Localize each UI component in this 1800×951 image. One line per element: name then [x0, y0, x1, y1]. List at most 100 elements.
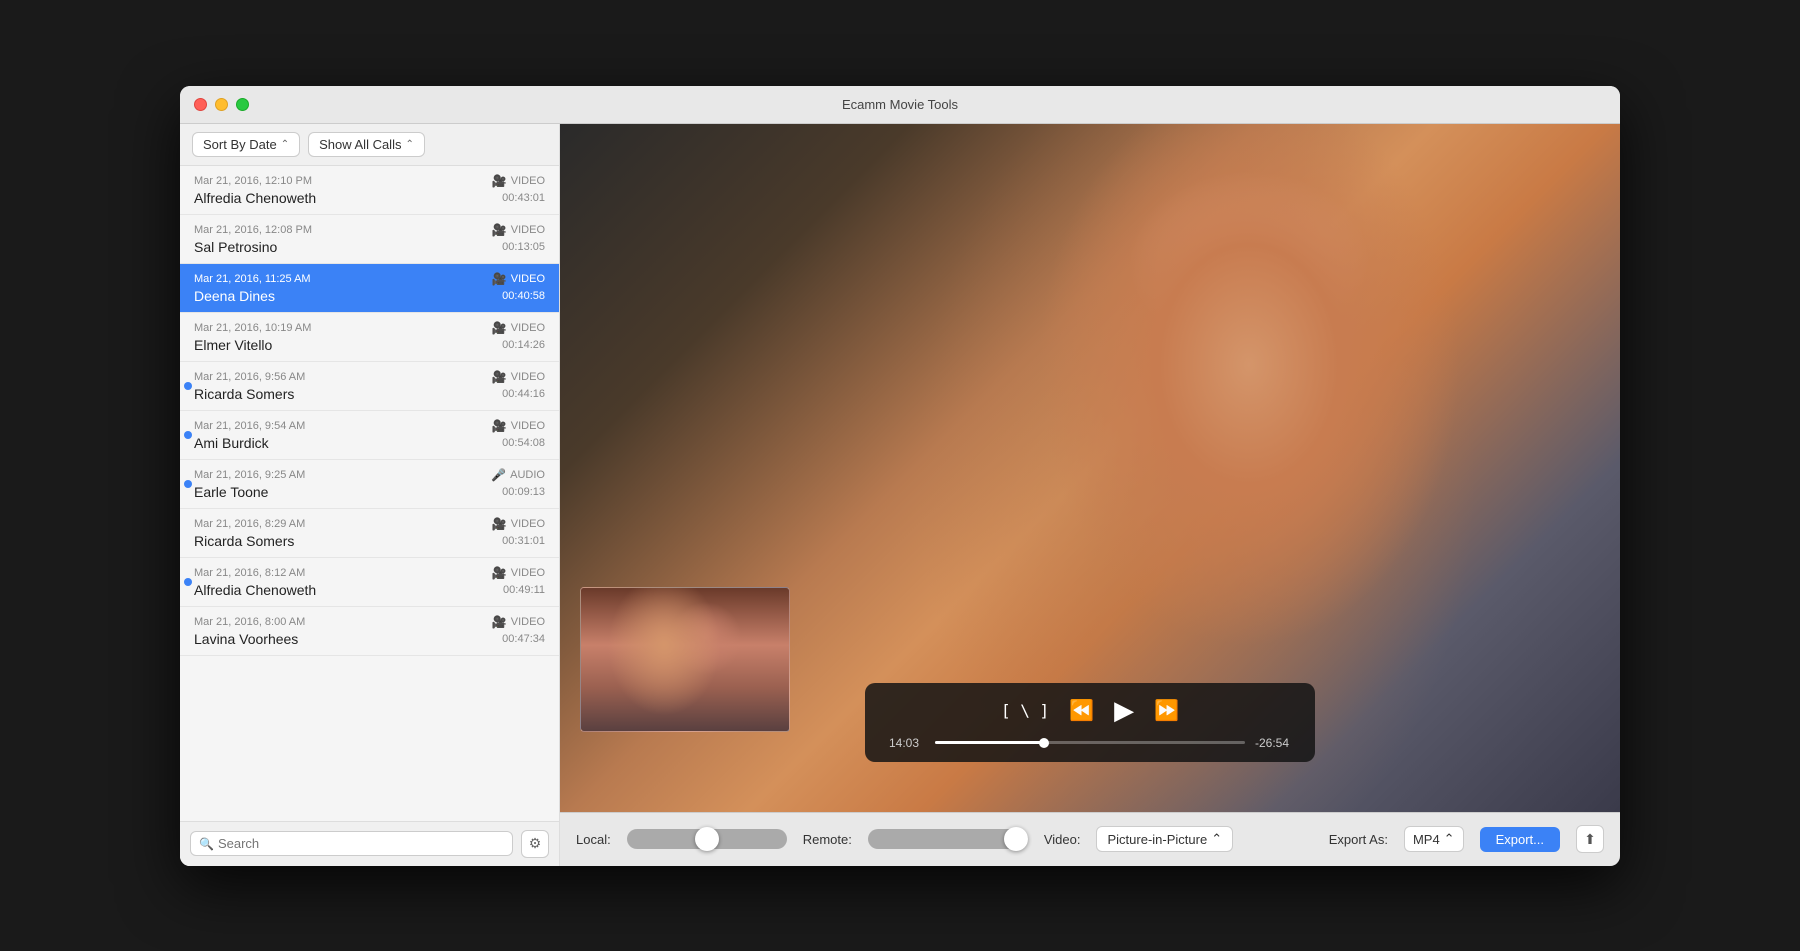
call-footer: Ricarda Somers 00:44:16 — [194, 386, 545, 402]
sort-chevron-icon: ⌃ — [281, 139, 289, 150]
show-chevron-icon: ⌃ — [405, 139, 413, 150]
in-point-icon[interactable]: [ \ ] — [1001, 701, 1049, 720]
call-name: Alfredia Chenoweth — [194, 582, 316, 598]
titlebar: Ecamm Movie Tools — [180, 86, 1620, 124]
call-item[interactable]: Mar 21, 2016, 9:56 AM 🎥 VIDEO Ricarda So… — [180, 362, 559, 411]
call-footer: Earle Toone 00:09:13 — [194, 484, 545, 500]
call-type: 🎥 VIDEO — [492, 223, 545, 237]
current-time: 14:03 — [889, 736, 925, 750]
call-date: Mar 21, 2016, 9:25 AM — [194, 469, 305, 481]
call-type-label: VIDEO — [511, 322, 545, 334]
call-date: Mar 21, 2016, 8:12 AM — [194, 567, 305, 579]
call-type-icon: 🎥 — [492, 517, 507, 531]
video-background: [ \ ] ⏪ ▶ ⏩ 14:03 -26:54 — [560, 124, 1620, 812]
search-input[interactable] — [218, 836, 504, 851]
call-header: Mar 21, 2016, 8:00 AM 🎥 VIDEO — [194, 615, 545, 629]
call-header: Mar 21, 2016, 8:29 AM 🎥 VIDEO — [194, 517, 545, 531]
settings-button[interactable]: ⚙ — [521, 830, 549, 858]
call-item[interactable]: Mar 21, 2016, 8:29 AM 🎥 VIDEO Ricarda So… — [180, 509, 559, 558]
sidebar: Sort By Date ⌃ Show All Calls ⌃ Mar 21, … — [180, 124, 560, 866]
call-type-icon: 🎥 — [492, 272, 507, 286]
call-type-icon: 🎥 — [492, 370, 507, 384]
call-item[interactable]: Mar 21, 2016, 8:00 AM 🎥 VIDEO Lavina Voo… — [180, 607, 559, 656]
play-button[interactable]: ▶ — [1114, 695, 1134, 726]
call-type: 🎥 VIDEO — [492, 615, 545, 629]
call-name: Deena Dines — [194, 288, 275, 304]
call-item[interactable]: Mar 21, 2016, 8:12 AM 🎥 VIDEO Alfredia C… — [180, 558, 559, 607]
video-mode-chevron-icon: ⌃ — [1211, 831, 1222, 847]
call-item[interactable]: Mar 21, 2016, 9:54 AM 🎥 VIDEO Ami Burdic… — [180, 411, 559, 460]
call-duration: 00:49:11 — [503, 584, 545, 596]
call-footer: Deena Dines 00:40:58 — [194, 288, 545, 304]
call-type-label: VIDEO — [511, 371, 545, 383]
sidebar-toolbar: Sort By Date ⌃ Show All Calls ⌃ — [180, 124, 559, 166]
sidebar-bottom: 🔍 ⚙ — [180, 821, 559, 866]
remote-label: Remote: — [803, 832, 852, 847]
calls-list: Mar 21, 2016, 12:10 PM 🎥 VIDEO Alfredia … — [180, 166, 559, 821]
call-type: 🎥 VIDEO — [492, 321, 545, 335]
minimize-button[interactable] — [215, 98, 228, 111]
call-item[interactable]: Mar 21, 2016, 9:25 AM 🎤 AUDIO Earle Toon… — [180, 460, 559, 509]
call-item[interactable]: Mar 21, 2016, 12:08 PM 🎥 VIDEO Sal Petro… — [180, 215, 559, 264]
video-mode-dropdown[interactable]: Picture-in-Picture ⌃ — [1096, 826, 1233, 852]
local-label: Local: — [576, 832, 611, 847]
call-type-label: VIDEO — [511, 420, 545, 432]
call-type-icon: 🎥 — [492, 615, 507, 629]
close-button[interactable] — [194, 98, 207, 111]
unread-dot — [184, 431, 192, 439]
call-footer: Alfredia Chenoweth 00:49:11 — [194, 582, 545, 598]
local-slider-thumb[interactable] — [695, 827, 719, 851]
bottom-bar: Local: Remote: Video: Picture-in-Picture… — [560, 812, 1620, 866]
call-footer: Sal Petrosino 00:13:05 — [194, 239, 545, 255]
call-name: Ami Burdick — [194, 435, 269, 451]
unread-dot — [184, 480, 192, 488]
remote-slider[interactable] — [868, 829, 1028, 849]
call-header: Mar 21, 2016, 8:12 AM 🎥 VIDEO — [194, 566, 545, 580]
share-button[interactable]: ⬆ — [1576, 825, 1604, 853]
remote-slider-thumb[interactable] — [1004, 827, 1028, 851]
unread-dot — [184, 382, 192, 390]
call-type-label: VIDEO — [511, 616, 545, 628]
search-icon: 🔍 — [199, 837, 214, 851]
call-date: Mar 21, 2016, 8:00 AM — [194, 616, 305, 628]
call-item[interactable]: Mar 21, 2016, 12:10 PM 🎥 VIDEO Alfredia … — [180, 166, 559, 215]
call-type: 🎥 VIDEO — [492, 370, 545, 384]
call-duration: 00:40:58 — [502, 290, 545, 302]
call-header: Mar 21, 2016, 12:08 PM 🎥 VIDEO — [194, 223, 545, 237]
call-date: Mar 21, 2016, 12:10 PM — [194, 175, 312, 187]
video-mode-label: Picture-in-Picture — [1107, 832, 1207, 847]
call-footer: Ricarda Somers 00:31:01 — [194, 533, 545, 549]
show-all-calls-button[interactable]: Show All Calls ⌃ — [308, 132, 425, 157]
sort-by-date-button[interactable]: Sort By Date ⌃ — [192, 132, 300, 157]
call-header: Mar 21, 2016, 12:10 PM 🎥 VIDEO — [194, 174, 545, 188]
call-name: Earle Toone — [194, 484, 268, 500]
export-button[interactable]: Export... — [1480, 827, 1560, 852]
call-name: Lavina Voorhees — [194, 631, 298, 647]
progress-thumb[interactable] — [1039, 738, 1049, 748]
app-window: Ecamm Movie Tools Sort By Date ⌃ Show Al… — [180, 86, 1620, 866]
call-type-label: VIDEO — [511, 518, 545, 530]
call-duration: 00:13:05 — [502, 241, 545, 253]
call-type-icon: 🎤 — [491, 468, 506, 482]
call-footer: Lavina Voorhees 00:47:34 — [194, 631, 545, 647]
fast-forward-button[interactable]: ⏩ — [1154, 698, 1179, 723]
call-name: Sal Petrosino — [194, 239, 277, 255]
call-item[interactable]: Mar 21, 2016, 11:25 AM 🎥 VIDEO Deena Din… — [180, 264, 559, 313]
call-date: Mar 21, 2016, 8:29 AM — [194, 518, 305, 530]
progress-bar[interactable] — [935, 741, 1245, 744]
call-footer: Elmer Vitello 00:14:26 — [194, 337, 545, 353]
call-type: 🎤 AUDIO — [491, 468, 545, 482]
call-duration: 00:14:26 — [502, 339, 545, 351]
call-duration: 00:44:16 — [502, 388, 545, 400]
call-type-icon: 🎥 — [492, 321, 507, 335]
call-item[interactable]: Mar 21, 2016, 10:19 AM 🎥 VIDEO Elmer Vit… — [180, 313, 559, 362]
pip-window — [580, 587, 790, 732]
remaining-time: -26:54 — [1255, 736, 1291, 750]
export-format-dropdown[interactable]: MP4 ⌃ — [1404, 826, 1464, 852]
export-format-label: MP4 — [1413, 832, 1440, 847]
call-name: Ricarda Somers — [194, 533, 294, 549]
maximize-button[interactable] — [236, 98, 249, 111]
local-slider[interactable] — [627, 829, 787, 849]
call-date: Mar 21, 2016, 12:08 PM — [194, 224, 312, 236]
rewind-button[interactable]: ⏪ — [1069, 698, 1094, 723]
